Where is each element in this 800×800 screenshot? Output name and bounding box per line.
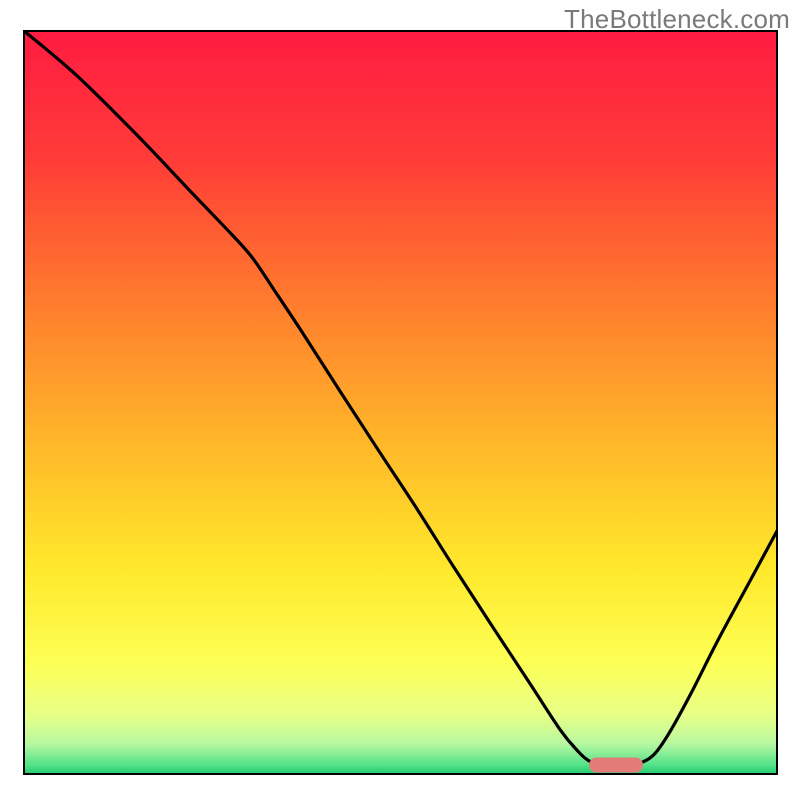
bottleneck-curve bbox=[23, 30, 778, 765]
optimal-marker bbox=[589, 757, 643, 772]
plot-frame bbox=[23, 30, 778, 775]
curve-layer bbox=[23, 30, 778, 775]
chart-stage: TheBottleneck.com bbox=[0, 0, 800, 800]
